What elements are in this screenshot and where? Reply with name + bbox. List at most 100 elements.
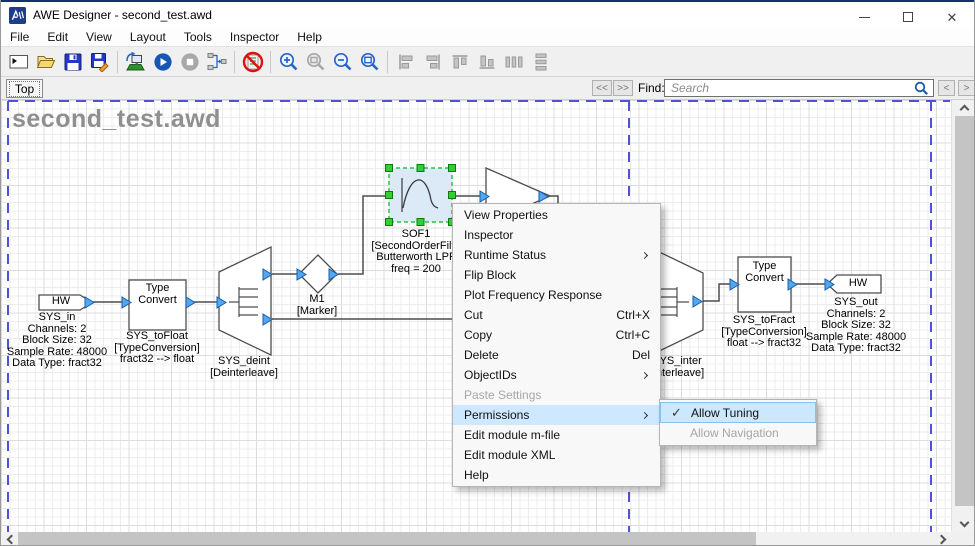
save-as-icon xyxy=(90,52,110,72)
zoom-in-button[interactable] xyxy=(275,48,302,75)
distribute-vertical-button[interactable] xyxy=(527,48,554,75)
align-top-button[interactable] xyxy=(446,48,473,75)
block-sys-deint[interactable] xyxy=(219,247,271,355)
checkmark-icon: ✓ xyxy=(671,405,682,421)
toolbar-separator xyxy=(117,51,118,73)
distribute-vertical-icon xyxy=(531,52,551,72)
scroll-up-button[interactable] xyxy=(952,100,975,116)
context-menu-item-paste-settings: Paste Settings xyxy=(453,385,660,405)
chevron-right-icon xyxy=(936,534,946,544)
search-icon[interactable] xyxy=(914,81,929,96)
app-logo-icon xyxy=(9,7,26,24)
minimize-button[interactable] xyxy=(842,4,886,30)
menu-bar: File Edit View Layout Tools Inspector He… xyxy=(1,28,974,46)
sys-in-shape-label: HW xyxy=(39,296,83,308)
context-menu-item-plot-frequency-response[interactable]: Plot Frequency Response xyxy=(453,285,660,305)
sys-tofloat-caption: SYS_toFloat [TypeConversion] fract32 -->… xyxy=(114,331,200,366)
vertical-scroll-thumb[interactable] xyxy=(955,116,974,506)
propagate-changes-button[interactable] xyxy=(203,48,230,75)
find-prev-button[interactable]: < xyxy=(938,80,955,96)
menu-file[interactable]: File xyxy=(1,29,38,45)
toolbar xyxy=(1,46,974,77)
toolbar-separator xyxy=(270,51,271,73)
new-design-button[interactable] xyxy=(5,48,32,75)
find-last-button[interactable]: >> xyxy=(613,80,633,96)
menu-help[interactable]: Help xyxy=(288,29,331,45)
open-folder-icon xyxy=(36,52,56,72)
sys-tofract-caption: SYS_toFract [TypeConversion] float --> f… xyxy=(721,315,807,350)
find-first-button[interactable]: << xyxy=(592,80,612,96)
context-menu-item-flip-block[interactable]: Flip Block xyxy=(453,265,660,285)
play-button[interactable] xyxy=(149,48,176,75)
context-menu-item-view-properties[interactable]: View Properties xyxy=(453,205,660,225)
distribute-horizontal-button[interactable] xyxy=(500,48,527,75)
menu-edit[interactable]: Edit xyxy=(38,29,77,45)
block-sof1-selected[interactable] xyxy=(386,165,456,226)
wire-inter-tofract xyxy=(702,284,733,301)
scroll-left-button[interactable] xyxy=(1,532,18,546)
submenu-item-allow-tuning[interactable]: ✓ Allow Tuning xyxy=(660,402,816,423)
align-right-button[interactable] xyxy=(419,48,446,75)
context-menu-item-edit-module-xml[interactable]: Edit module XML xyxy=(453,445,660,465)
chevron-left-icon xyxy=(6,534,16,544)
chevron-up-icon xyxy=(960,105,970,115)
context-menu-item-edit-module-m-file[interactable]: Edit module m-file xyxy=(453,425,660,445)
shortcut-label: Ctrl+C xyxy=(616,328,650,342)
context-menu-item-delete[interactable]: DeleteDel xyxy=(453,345,660,365)
context-menu-item-runtime-status[interactable]: Runtime Status xyxy=(453,245,660,265)
design-canvas[interactable]: second_test.awd xyxy=(1,100,951,532)
align-top-icon xyxy=(450,52,470,72)
zoom-out-icon xyxy=(332,51,353,72)
play-icon xyxy=(153,52,173,72)
stop-button[interactable] xyxy=(176,48,203,75)
shortcut-label: Ctrl+X xyxy=(616,308,650,322)
save-as-button[interactable] xyxy=(86,48,113,75)
sys-in-caption: SYS_in Channels: 2 Block Size: 32 Sample… xyxy=(7,312,107,370)
zoom-fit-icon xyxy=(359,51,380,72)
find-next-button[interactable]: > xyxy=(958,80,975,96)
align-bottom-button[interactable] xyxy=(473,48,500,75)
menu-view[interactable]: View xyxy=(77,29,121,45)
menu-inspector[interactable]: Inspector xyxy=(221,29,288,45)
context-menu-item-objectids[interactable]: ObjectIDs xyxy=(453,365,660,385)
submenu-arrow-icon xyxy=(641,251,648,258)
align-left-button[interactable] xyxy=(392,48,419,75)
context-menu-item-help[interactable]: Help xyxy=(453,465,660,485)
menu-layout[interactable]: Layout xyxy=(121,29,175,45)
zoom-out-button[interactable] xyxy=(329,48,356,75)
vertical-scrollbar[interactable] xyxy=(951,100,975,532)
save-button[interactable] xyxy=(59,48,86,75)
find-bar: Top << >> Find: < > xyxy=(1,77,974,100)
context-menu-item-inspector[interactable]: Inspector xyxy=(453,225,660,245)
menu-tools[interactable]: Tools xyxy=(175,29,221,45)
zoom-selection-icon xyxy=(305,51,326,72)
disable-profiling-button[interactable] xyxy=(239,48,266,75)
minimize-icon xyxy=(859,17,870,18)
pin-tofloat-out[interactable] xyxy=(186,297,195,308)
open-button[interactable] xyxy=(32,48,59,75)
stop-icon xyxy=(180,52,200,72)
zoom-selection-button[interactable] xyxy=(302,48,329,75)
context-menu: View Properties Inspector Runtime Status… xyxy=(452,203,661,487)
connect-target-button[interactable] xyxy=(122,48,149,75)
pin-sysin-out[interactable] xyxy=(85,297,94,308)
horizontal-scroll-thumb[interactable] xyxy=(18,532,756,546)
close-button[interactable]: ✕ xyxy=(930,4,974,30)
connect-target-icon xyxy=(125,51,146,72)
toolbar-separator xyxy=(387,51,388,73)
context-menu-item-cut[interactable]: CutCtrl+X xyxy=(453,305,660,325)
m1-caption: M1 [Marker] xyxy=(297,294,337,317)
search-input[interactable] xyxy=(664,79,934,97)
scroll-right-button[interactable] xyxy=(934,532,951,546)
horizontal-scrollbar[interactable] xyxy=(1,532,951,546)
zoom-fit-button[interactable] xyxy=(356,48,383,75)
tab-top[interactable]: Top xyxy=(6,79,43,98)
context-menu-item-copy[interactable]: CopyCtrl+C xyxy=(453,325,660,345)
align-right-icon xyxy=(423,52,443,72)
scroll-down-button[interactable] xyxy=(952,515,975,532)
maximize-button[interactable] xyxy=(886,4,930,30)
submenu-item-allow-navigation: Allow Navigation xyxy=(660,423,816,443)
permissions-submenu: ✓ Allow Tuning Allow Navigation xyxy=(659,399,817,446)
sys-out-caption: SYS_out Channels: 2 Block Size: 32 Sampl… xyxy=(806,297,906,355)
context-menu-item-permissions[interactable]: Permissions xyxy=(453,405,660,425)
